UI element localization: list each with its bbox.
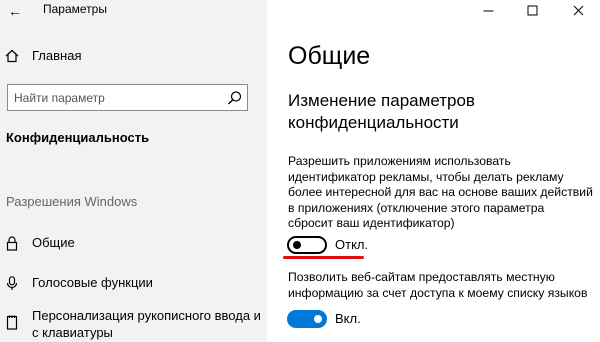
home-icon — [5, 48, 19, 64]
description-line: Позволить веб-сайтам предоставлять местн… — [288, 270, 555, 284]
group-header: Разрешения Windows — [6, 194, 138, 209]
sidebar-item-inking[interactable]: Персонализация рукописного ввода и с кла… — [0, 304, 267, 342]
language-list-toggle-state: Вкл. — [335, 311, 361, 326]
section-subheading: Изменение параметров конфиденциальности — [288, 90, 588, 134]
toggle-knob — [293, 241, 301, 249]
toggle-knob — [314, 315, 322, 323]
maximize-button[interactable] — [510, 0, 554, 20]
ad-id-toggle-state: Откл. — [335, 237, 369, 252]
description-line: в приложениях (отключение этого параметр… — [288, 200, 545, 215]
sidebar-item-home[interactable]: Главная — [0, 41, 267, 71]
description-line: более интересной для вас на основе ваших… — [288, 185, 593, 200]
sidebar-item-label: Общие — [32, 235, 75, 250]
search-input[interactable] — [8, 85, 218, 110]
page-title: Общие — [288, 42, 371, 70]
current-section: Конфиденциальность — [6, 130, 150, 145]
subheading-line: Изменение параметров — [288, 91, 475, 110]
description-line: Разрешить приложениям использовать — [288, 154, 511, 168]
highlight-underline — [283, 256, 364, 259]
search-icon[interactable] — [226, 89, 244, 107]
close-button[interactable] — [556, 0, 600, 20]
language-list-toggle[interactable] — [287, 310, 327, 328]
back-arrow-icon[interactable]: ← — [8, 3, 22, 19]
sidebar-item-label: Персонализация рукописного ввода и — [32, 308, 261, 323]
search-box[interactable] — [7, 84, 248, 111]
sidebar-item-label-line2: с клавиатуры — [32, 325, 113, 340]
maximize-icon — [527, 5, 537, 15]
microphone-icon — [5, 275, 19, 291]
close-icon — [573, 5, 583, 15]
description-line: идентификатор рекламы, чтобы делать рекл… — [288, 169, 564, 184]
minimize-button[interactable] — [466, 0, 510, 20]
ad-id-description: Разрешить приложениям использовать идент… — [288, 154, 593, 232]
notepad-icon — [5, 314, 19, 330]
language-list-description: Позволить веб-сайтам предоставлять местн… — [288, 270, 593, 301]
ad-id-toggle[interactable] — [287, 236, 327, 254]
description-line: сбросит ваш идентификатор) — [288, 216, 455, 231]
sidebar-item-general[interactable]: Общие — [0, 228, 267, 258]
sidebar-item-label: Главная — [32, 48, 82, 63]
app-title: Параметры — [43, 2, 107, 16]
subheading-line: конфиденциальности — [288, 113, 459, 132]
sidebar-item-label: Голосовые функции — [32, 275, 153, 290]
sidebar: ← Параметры Главная Конфиденциальность Р… — [0, 0, 267, 342]
minimize-icon — [483, 10, 493, 11]
sidebar-item-voice[interactable]: Голосовые функции — [0, 268, 267, 298]
lock-icon — [5, 235, 19, 251]
description-line: информацию за счет доступа к моему списк… — [288, 285, 588, 300]
